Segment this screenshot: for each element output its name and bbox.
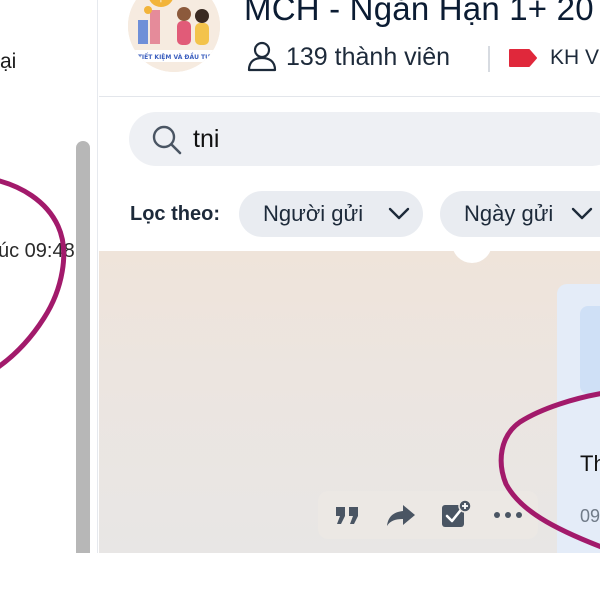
avatar-caption: TIẾT KIỆM VÀ ĐẦU TƯ (138, 52, 210, 61)
group-tag-label[interactable]: KH V (550, 46, 599, 70)
message-text: Th (580, 451, 600, 476)
conversation-snippet: ại (0, 50, 17, 73)
forward-icon[interactable] (385, 499, 417, 531)
quote-icon[interactable] (332, 499, 364, 531)
add-task-icon[interactable] (440, 499, 472, 531)
conversation-list-scrollbar[interactable] (76, 141, 90, 553)
group-avatar-image: $ TIẾT KIỆM VÀ ĐẦU TƯ (128, 0, 220, 72)
message-search-panel: Lọc theo: Người gửi Ngày gửi (99, 97, 600, 250)
bottom-strip (0, 553, 600, 600)
search-icon (152, 125, 182, 155)
filter-sender-label: Người gửi (263, 201, 364, 226)
conversation-time: úc 09:48 (0, 240, 75, 262)
header-separator (488, 46, 490, 72)
more-icon[interactable] (492, 499, 524, 531)
message-attachment-preview[interactable] (580, 306, 600, 394)
chevron-down-icon (388, 207, 410, 220)
group-title[interactable]: MCH - Ngắn Hạn 1+ 20 (244, 0, 594, 28)
search-input[interactable] (193, 121, 593, 157)
filter-date-dropdown[interactable]: Ngày gửi (440, 191, 600, 237)
chat-header: $ TIẾT KIỆM VÀ ĐẦU TƯ MCH - Ngắn Hạn 1+ … (99, 0, 600, 97)
filter-sender-dropdown[interactable]: Người gửi (239, 191, 423, 237)
avatar-dollar-symbol: $ (156, 0, 166, 4)
filter-label: Lọc theo: (130, 203, 220, 225)
chat-messages-area[interactable]: Th 09 (99, 251, 600, 553)
scroll-nub (452, 251, 492, 263)
member-icon[interactable] (246, 40, 278, 72)
message-time: 09 (580, 506, 600, 526)
tag-icon[interactable] (508, 48, 538, 68)
pane-divider (97, 0, 98, 553)
member-count[interactable]: 139 thành viên (286, 43, 450, 72)
group-avatar[interactable]: $ TIẾT KIỆM VÀ ĐẦU TƯ (128, 0, 220, 72)
conversation-list[interactable]: ại úc 09:48 (0, 0, 98, 553)
message-action-toolbar (318, 491, 538, 539)
chat-app-window: ại úc 09:48 $ TIẾT KIỆM VÀ ĐẦU TƯ MCH - … (0, 0, 600, 600)
filter-date-label: Ngày gửi (464, 201, 554, 226)
chevron-down-icon (571, 207, 593, 220)
search-box[interactable] (129, 112, 600, 166)
